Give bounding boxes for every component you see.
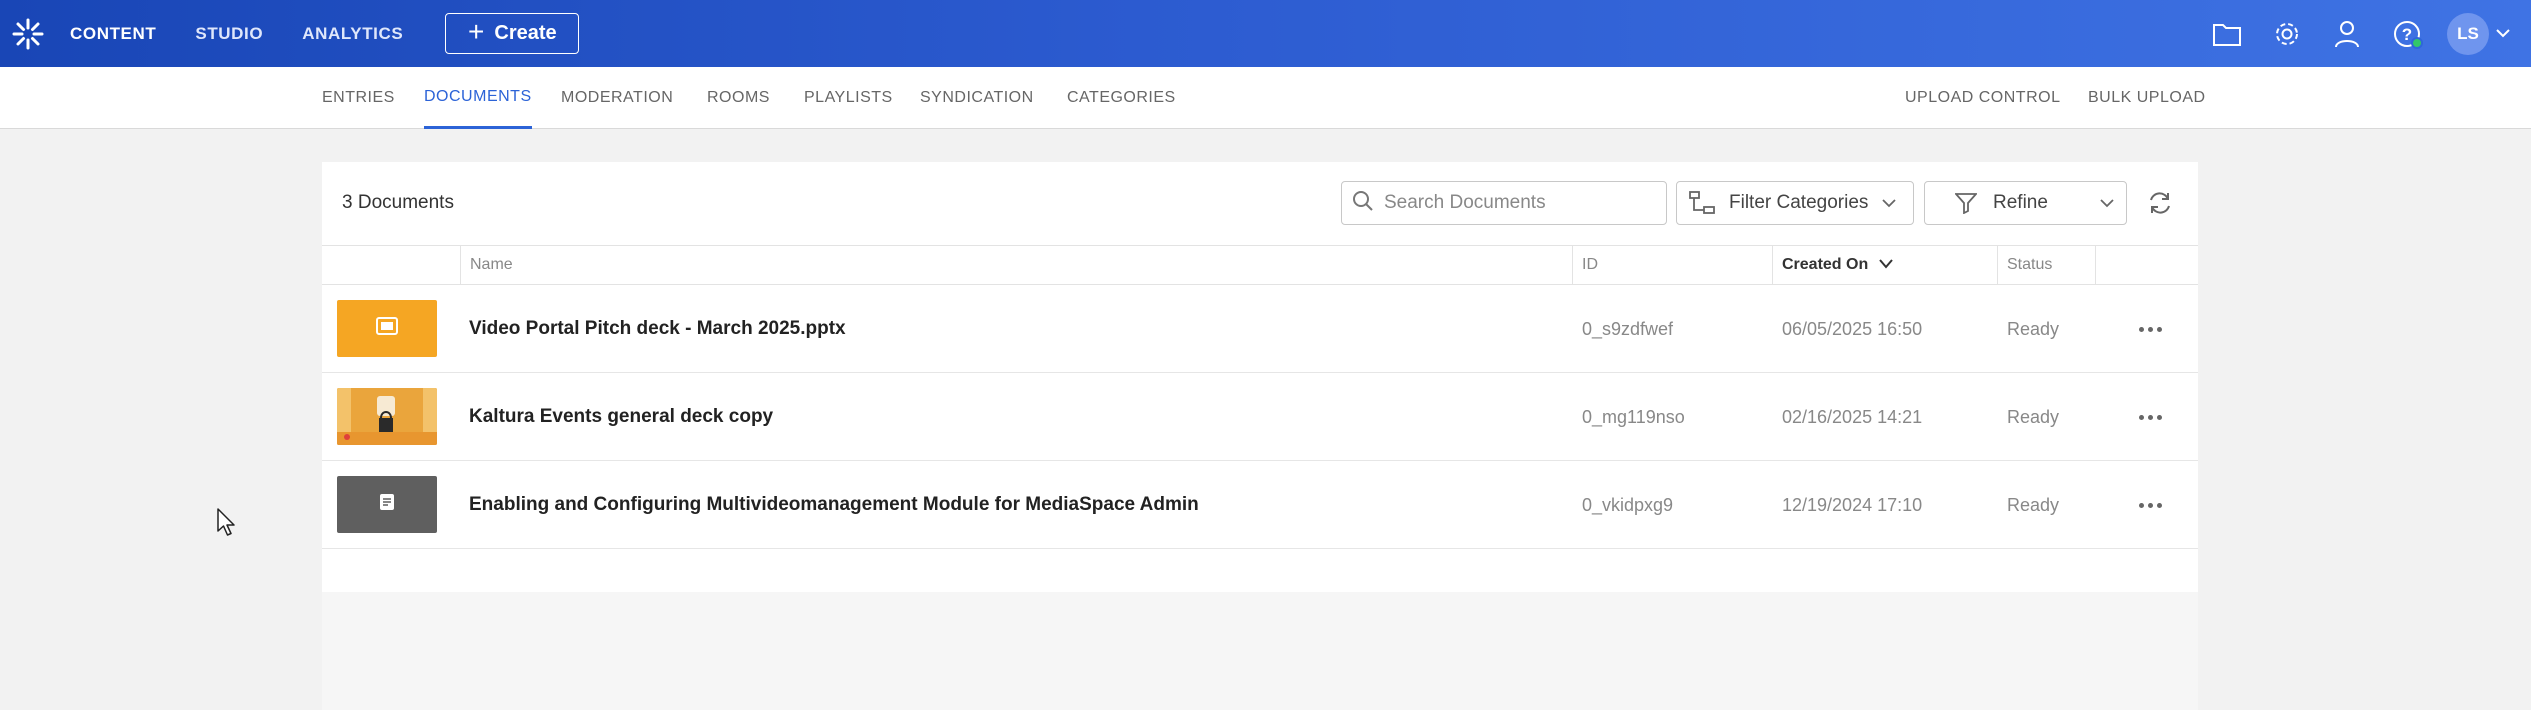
tab-moderation[interactable]: MODERATION: [561, 67, 673, 129]
table-header: Name ID Created On Status: [322, 245, 2198, 285]
user-icon[interactable]: [2327, 14, 2367, 54]
table-row[interactable]: Video Portal Pitch deck - March 2025.ppt…: [322, 285, 2198, 373]
top-bar: CONTENT STUDIO ANALYTICS + Create ? LS: [0, 0, 2531, 67]
table-row[interactable]: Enabling and Configuring Multivideomanag…: [322, 461, 2198, 549]
create-button[interactable]: + Create: [445, 13, 580, 54]
sort-arrow-down-icon: [1878, 246, 1893, 284]
tab-playlists[interactable]: PLAYLISTS: [804, 67, 893, 129]
document-thumbnail[interactable]: [337, 476, 437, 533]
top-icons: ? LS: [2187, 0, 2511, 67]
column-header-name[interactable]: Name: [460, 246, 1108, 284]
topnav-studio[interactable]: STUDIO: [195, 24, 263, 44]
chevron-down-icon: [1882, 198, 1897, 208]
filter-categories-label: Filter Categories: [1729, 192, 1869, 213]
search-icon: [1352, 190, 1374, 217]
refine-label: Refine: [1993, 192, 2048, 213]
topnav-analytics[interactable]: ANALYTICS: [302, 24, 403, 44]
tab-documents[interactable]: DOCUMENTS: [424, 67, 532, 129]
more-actions-icon[interactable]: [2134, 491, 2166, 519]
notification-dot: [2411, 36, 2423, 49]
table-row[interactable]: Kaltura Events general deck copy 0_mg119…: [322, 373, 2198, 461]
tab-syndication[interactable]: SYNDICATION: [920, 67, 1034, 129]
mouse-cursor-icon: [217, 508, 237, 543]
document-id: 0_mg119nso: [1582, 407, 1685, 427]
document-created-on: 06/05/2025 16:50: [1782, 319, 1923, 339]
column-header-status[interactable]: Status: [1997, 246, 2095, 284]
document-name[interactable]: Kaltura Events general deck copy: [469, 373, 773, 461]
bulk-upload-link[interactable]: BULK UPLOAD: [2088, 67, 2206, 129]
filter-categories-button[interactable]: Filter Categories: [1676, 181, 1914, 225]
kaltura-logo-icon[interactable]: [10, 16, 46, 52]
document-thumbnail[interactable]: [337, 388, 437, 445]
document-id: 0_s9zdfwef: [1582, 319, 1674, 339]
document-icon: [379, 493, 395, 516]
image-thumbnail: [337, 388, 437, 445]
more-actions-icon[interactable]: [2134, 403, 2166, 431]
content-subnav: ENTRIES DOCUMENTS MODERATION ROOMS PLAYL…: [0, 67, 2531, 129]
presentation-icon: [376, 317, 398, 340]
refresh-icon[interactable]: [2144, 187, 2176, 219]
tab-rooms[interactable]: ROOMS: [707, 67, 770, 129]
filter-funnel-icon: [1955, 192, 1977, 214]
document-name[interactable]: Video Portal Pitch deck - March 2025.ppt…: [469, 285, 846, 373]
gear-icon[interactable]: [2267, 14, 2307, 54]
search-box[interactable]: [1341, 181, 1667, 225]
document-name[interactable]: Enabling and Configuring Multivideomanag…: [469, 461, 1199, 549]
topnav-content[interactable]: CONTENT: [70, 24, 156, 44]
column-header-id[interactable]: ID: [1572, 246, 1772, 284]
column-header-created-on[interactable]: Created On: [1772, 246, 1997, 284]
plus-icon: +: [468, 16, 485, 47]
document-thumbnail[interactable]: [337, 300, 437, 357]
help-icon[interactable]: ?: [2387, 14, 2427, 54]
folder-icon[interactable]: [2207, 14, 2247, 54]
upload-control-link[interactable]: UPLOAD CONTROL: [1905, 67, 2060, 129]
create-button-label: Create: [494, 22, 557, 44]
chevron-down-icon: [2100, 198, 2114, 208]
search-input[interactable]: [1384, 192, 1654, 214]
category-tree-icon: [1689, 191, 1715, 215]
panel-footer-area: [322, 592, 2198, 710]
documents-panel: 3 Documents Filter Categories Refine: [322, 162, 2198, 592]
chevron-down-icon[interactable]: [2495, 25, 2511, 43]
avatar[interactable]: LS: [2447, 12, 2489, 55]
document-created-on: 12/19/2024 17:10: [1782, 495, 1923, 515]
more-actions-icon[interactable]: [2134, 315, 2166, 343]
document-id: 0_vkidpxg9: [1582, 495, 1674, 515]
document-status: Ready: [2007, 319, 2060, 339]
column-header-created-on-label: Created On: [1782, 256, 1869, 273]
document-status: Ready: [2007, 407, 2060, 427]
refine-button[interactable]: Refine: [1924, 181, 2127, 225]
document-created-on: 02/16/2025 14:21: [1782, 407, 1923, 427]
column-header-actions: [2095, 246, 2198, 284]
tab-categories[interactable]: CATEGORIES: [1067, 67, 1176, 129]
documents-count: 3 Documents: [342, 192, 454, 213]
document-status: Ready: [2007, 495, 2060, 515]
tab-entries[interactable]: ENTRIES: [322, 67, 395, 129]
